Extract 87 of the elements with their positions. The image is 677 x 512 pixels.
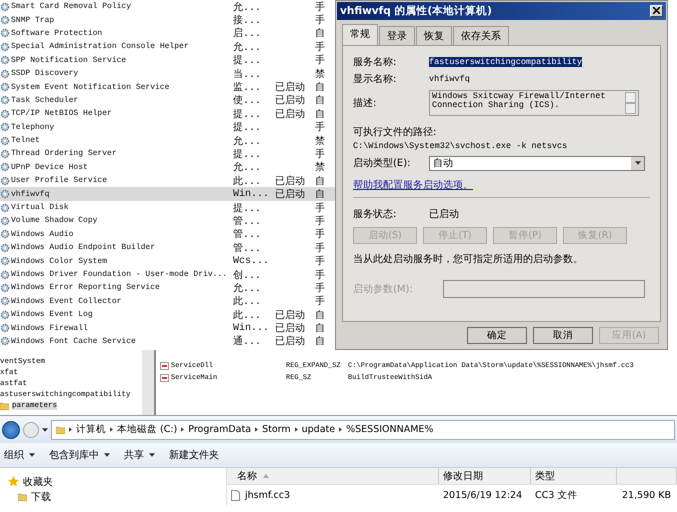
field-label: 描述: bbox=[353, 96, 378, 110]
service-row[interactable]: Virtual Disk 提... 手 bbox=[0, 200, 335, 214]
type-cell-text: CC3 文件 bbox=[534, 488, 578, 502]
service-row[interactable]: Telnet 允... 禁 bbox=[0, 134, 335, 148]
service-row[interactable]: Task Scheduler 使... 已启动 自 bbox=[0, 94, 335, 108]
service-row[interactable]: Windows Audio 管... 手 bbox=[0, 228, 335, 242]
path-value: C:\Windows\System32\svchost.exe -k netsvcs bbox=[353, 140, 568, 151]
caret-icon bbox=[634, 161, 640, 166]
toolbar-button[interactable]: 共享 bbox=[124, 448, 155, 462]
chevron-icon bbox=[255, 427, 258, 432]
start-parameters-field[interactable] bbox=[443, 280, 645, 298]
service-row[interactable]: Software Protection 启... 自 bbox=[0, 26, 335, 40]
field-label: 启动类型(E): bbox=[353, 156, 412, 170]
chevron-icon bbox=[69, 427, 72, 432]
close-button[interactable] bbox=[650, 4, 663, 17]
caret-icon bbox=[29, 453, 35, 457]
dialog-button[interactable]: 取消 bbox=[533, 327, 593, 344]
service-row[interactable]: Windows Event Log 此... 已启动 自 bbox=[0, 308, 335, 322]
column-header[interactable]: 名称 bbox=[227, 468, 439, 484]
file-icon bbox=[231, 490, 240, 500]
size-cell-text: 21,590 KB bbox=[620, 490, 672, 500]
toolbar-button[interactable]: 新建文件夹 bbox=[169, 448, 219, 462]
service-name-value[interactable]: fastuserswitchingcompatibility bbox=[429, 57, 582, 68]
status-value: 已启动 bbox=[429, 208, 459, 222]
tab[interactable]: 依存关系 bbox=[453, 26, 509, 45]
folder-icon bbox=[56, 426, 65, 434]
field-label: 可执行文件的路径: bbox=[353, 126, 438, 139]
caret-icon bbox=[42, 428, 48, 432]
service-row[interactable]: Volume Shadow Copy 管... 手 bbox=[0, 214, 335, 228]
service-row[interactable]: SSDP Discovery 当... 禁 bbox=[0, 66, 335, 80]
service-row[interactable]: Special Administration Console Helper 允... 手 bbox=[0, 40, 335, 54]
toolbar-button[interactable]: 组织 bbox=[4, 448, 35, 462]
nav-item[interactable]: 下载 bbox=[8, 489, 226, 504]
hint-text: 当从此处启动服务时，您可指定所适用的启动参数。 bbox=[353, 252, 584, 266]
service-row[interactable]: Windows Firewall Win... 已启动 自 bbox=[0, 321, 335, 335]
file-row[interactable]: jhsmf.cc3 2015/6/19 12:24 CC3 文件 21,590 KB bbox=[227, 485, 677, 505]
service-row[interactable]: System Event Notification Service 监... 已启动 自 bbox=[0, 80, 335, 94]
nav-item[interactable]: 收藏夹 bbox=[8, 474, 226, 489]
chevron-icon bbox=[339, 427, 342, 432]
tab[interactable]: 登录 bbox=[379, 26, 415, 45]
description-field[interactable]: Windows Sxitcway Firewall/Internet Connection Sharing (ICS). bbox=[429, 90, 639, 116]
service-row[interactable]: User Profile Service 此... 已启动 自 bbox=[0, 174, 335, 188]
service-row[interactable]: Windows Driver Foundation - User-mode Driv... 创... 手 bbox=[0, 268, 335, 282]
service-row[interactable]: Windows Event Collector 此... 手 bbox=[0, 294, 335, 308]
chevron-icon bbox=[294, 427, 298, 432]
service-row[interactable]: TCP/IP NetBIOS Helper 提... 已启动 自 bbox=[0, 107, 335, 121]
gear-icon bbox=[0, 189, 10, 200]
service-row[interactable]: Windows Error Reporting Service 允... 手 bbox=[0, 281, 335, 295]
dialog-button[interactable]: 确定 bbox=[467, 327, 527, 344]
chevron-icon bbox=[110, 427, 113, 432]
field-label: 服务名称: bbox=[353, 56, 398, 70]
chevron-icon bbox=[181, 427, 184, 432]
column-header[interactable]: 修改日期 bbox=[439, 468, 531, 484]
star-icon bbox=[8, 476, 19, 487]
display-name-value: vhfiwvfq bbox=[429, 74, 470, 84]
service-row[interactable]: SNMP Trap 接... 手 bbox=[0, 13, 335, 27]
service-row[interactable]: Windows Color System Wcs... 手 bbox=[0, 254, 335, 268]
caret-icon bbox=[149, 453, 155, 457]
service-row[interactable]: UPnP Device Host 允... 禁 bbox=[0, 160, 335, 174]
scrollbar[interactable] bbox=[142, 350, 156, 415]
service-row[interactable]: vhfiwvfq Win... 已启动 自 bbox=[0, 187, 335, 201]
file-name: jhsmf.cc3 bbox=[245, 490, 290, 500]
modified-cell-text: 2015/6/19 12:24 bbox=[442, 490, 524, 500]
service-row[interactable]: Windows Font Cache Service 通... 已启动 自 bbox=[0, 334, 335, 348]
folder-icon bbox=[0, 402, 9, 410]
tab[interactable]: 常规 bbox=[342, 24, 378, 45]
close-icon bbox=[653, 7, 660, 14]
field-label: 显示名称: bbox=[353, 73, 398, 86]
forward-button[interactable] bbox=[23, 422, 39, 438]
service-row[interactable]: Thread Ordering Server 提... 手 bbox=[0, 147, 335, 161]
toolbar-button[interactable]: 包含到库中 bbox=[49, 448, 110, 462]
window-title: vhfiwvfq 的属性(本地计算机) bbox=[340, 4, 492, 18]
startup-type-dropdown[interactable]: 自动 bbox=[429, 156, 645, 171]
service-row[interactable]: Telephony 提... 手 bbox=[0, 120, 335, 134]
field-label: 启动参数(M): bbox=[353, 282, 414, 296]
address-bar[interactable]: 计算机 本地磁盘 (C:) ProgramData Storm update %SESSIONNAME% bbox=[51, 420, 675, 440]
column-header[interactable]: 类型 bbox=[531, 468, 617, 484]
service-row[interactable]: Windows Audio Endpoint Builder 管... 手 bbox=[0, 241, 335, 254]
tab[interactable]: 恢复 bbox=[416, 26, 452, 45]
service-row[interactable]: SPP Notification Service 提... 手 bbox=[0, 54, 335, 67]
field-label: 服务状态: bbox=[353, 208, 398, 222]
back-button[interactable] bbox=[2, 420, 20, 438]
folder-icon bbox=[18, 492, 27, 500]
sort-icon bbox=[263, 474, 269, 478]
caret-icon bbox=[104, 453, 110, 457]
service-row[interactable]: Smart Card Removal Policy 允... 手 bbox=[0, 0, 335, 14]
help-link[interactable]: 帮助我配置服务启动选项。 bbox=[353, 178, 650, 192]
